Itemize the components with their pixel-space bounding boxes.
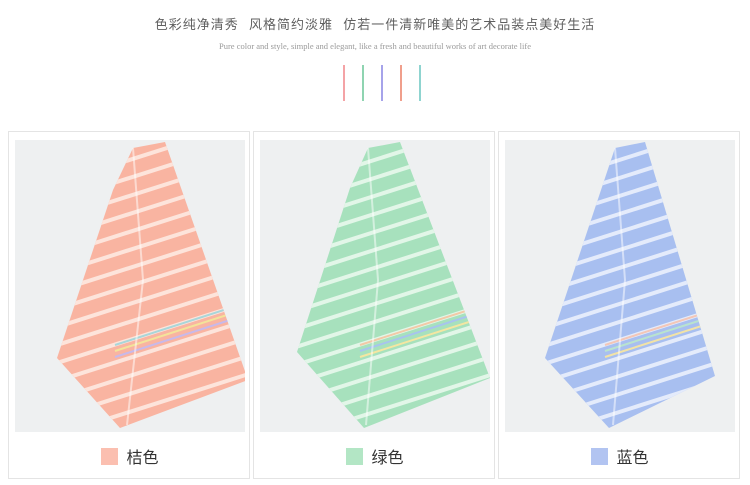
product-card-green[interactable]: 绿色 — [253, 131, 495, 479]
color-option[interactable]: 绿色 — [254, 444, 496, 468]
stripe-3 — [381, 65, 383, 101]
color-swatch — [591, 447, 609, 465]
page-headline: 色彩纯净清秀 风格简约淡雅 仿若一件清新唯美的艺术品装点美好生活 — [154, 18, 596, 33]
towel-image — [260, 140, 490, 432]
towel-illustration — [297, 142, 490, 428]
decorative-stripes — [343, 65, 423, 101]
towel-image — [15, 140, 245, 432]
product-card-blue[interactable]: 蓝色 — [498, 131, 740, 479]
color-label: 绿色 — [371, 448, 404, 467]
color-option[interactable]: 蓝色 — [499, 444, 741, 468]
stripe-1 — [343, 65, 345, 101]
page-subheadline: Pure color and style, simple and elegant… — [218, 41, 532, 51]
color-swatch — [101, 447, 119, 465]
product-card-orange[interactable]: 桔色 — [8, 131, 250, 479]
stripe-2 — [362, 65, 364, 101]
towel-image — [505, 140, 735, 432]
color-label: 蓝色 — [616, 448, 649, 467]
color-option[interactable]: 桔色 — [9, 444, 251, 468]
towel-illustration — [57, 142, 245, 428]
color-swatch — [346, 447, 364, 465]
stripe-4 — [400, 65, 402, 101]
stripe-5 — [419, 65, 421, 101]
color-label: 桔色 — [126, 448, 159, 467]
towel-illustration — [545, 142, 715, 428]
